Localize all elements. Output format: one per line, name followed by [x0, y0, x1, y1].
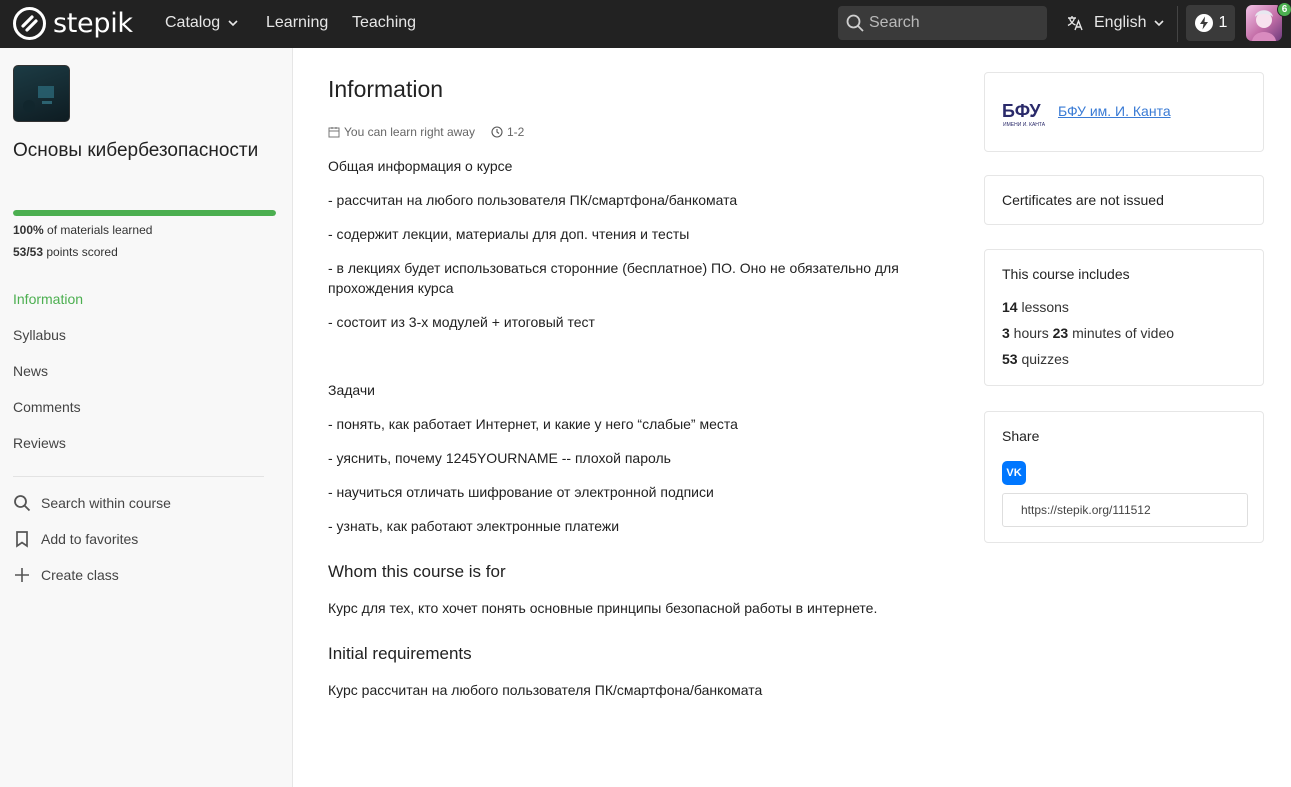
institution-logo-subtext: ИМЕНИ И. КАНТА: [1003, 122, 1046, 128]
stepik-logo-icon: [13, 6, 46, 40]
brand-name: stepik: [53, 7, 133, 39]
share-url-field[interactable]: [1002, 493, 1248, 527]
sidebar-item-syllabus[interactable]: Syllabus: [13, 327, 66, 343]
course-cover-icon: [23, 86, 54, 112]
search-input[interactable]: [869, 14, 1029, 32]
sidebar-divider: [13, 476, 264, 477]
chevron-down-icon: [1154, 20, 1165, 27]
vk-icon: VK: [1006, 467, 1022, 479]
minutes-num: 23: [1052, 325, 1069, 341]
create-class-label: Create class: [41, 567, 119, 583]
add-to-favorites-label: Add to favorites: [41, 531, 139, 547]
search-icon: [846, 14, 864, 32]
plus-icon: [13, 566, 31, 584]
materials-learned: 100% of materials learned: [13, 223, 152, 237]
share-heading: Share: [1002, 428, 1040, 444]
add-to-favorites-button[interactable]: Add to favorites: [13, 528, 138, 550]
bookmark-icon: [13, 530, 31, 548]
streak-count: 1: [1218, 14, 1228, 31]
create-class-button[interactable]: Create class: [13, 564, 119, 586]
course-includes-card: This course includes 14 lessons 3 hours …: [984, 249, 1264, 386]
sidebar-item-information[interactable]: Information: [13, 291, 83, 307]
course-sidebar: Основы кибербезопасности 100% of materia…: [0, 48, 293, 787]
institution-logo: БФУ ИМЕНИ И. КАНТА: [1002, 101, 1046, 128]
language-selector[interactable]: English: [1066, 12, 1166, 34]
institution-link[interactable]: БФУ им. И. Канта: [1058, 103, 1171, 119]
nav-catalog-label: Catalog: [165, 14, 221, 31]
course-cover-image: [13, 65, 70, 122]
points-text: points scored: [43, 245, 118, 259]
description-line: Общая информация о курсе: [328, 158, 513, 174]
sidebar-item-news[interactable]: News: [13, 363, 48, 379]
institution-card: БФУ ИМЕНИ И. КАНТА БФУ им. И. Канта: [984, 72, 1264, 152]
description-line: - рассчитан на любого пользователя ПК/см…: [328, 192, 738, 208]
requirements-heading: Initial requirements: [328, 644, 472, 663]
share-card: Share VK: [984, 411, 1264, 543]
progress-fill: [13, 210, 276, 216]
progress-percent: 100%: [13, 223, 44, 237]
top-bar: stepik Catalog Learning Teaching English…: [0, 0, 1291, 48]
requirements-text: Курс рассчитан на любого пользователя ПК…: [328, 682, 763, 698]
institution-logo-text: БФУ: [1002, 101, 1041, 121]
start-info-label: You can learn right away: [344, 125, 475, 139]
search-box[interactable]: [838, 6, 1047, 40]
nav-teaching[interactable]: Teaching: [352, 13, 416, 33]
search-icon: [13, 494, 31, 512]
description-line: Задачи: [328, 382, 376, 398]
description-line: - в лекциях будет использоваться сторонн…: [328, 260, 899, 296]
course-title: Основы кибербезопасности: [13, 140, 259, 161]
sidebar-item-reviews[interactable]: Reviews: [13, 435, 66, 451]
points-scored: 53/53 points scored: [13, 245, 118, 259]
nav-catalog[interactable]: Catalog: [165, 13, 240, 33]
minutes-text: minutes of video: [1068, 325, 1175, 341]
sidebar-item-comments[interactable]: Comments: [13, 399, 81, 415]
header-divider: [1177, 6, 1178, 42]
stepik-logo[interactable]: stepik: [13, 6, 133, 40]
nav-learning[interactable]: Learning: [266, 13, 328, 33]
points-value: 53/53: [13, 245, 44, 259]
progress-text: of materials learned: [43, 223, 153, 237]
description-line: - понять, как работает Интернет, и какие…: [328, 416, 738, 432]
start-info: You can learn right away: [328, 125, 475, 139]
lessons-text: lessons: [1017, 299, 1069, 315]
description-line: - состоит из 3-х модулей + итоговый тест: [328, 314, 595, 330]
search-within-course-button[interactable]: Search within course: [13, 492, 171, 514]
calendar-icon: [328, 127, 340, 138]
translate-icon: [1067, 16, 1083, 31]
quizzes-num: 53: [1002, 351, 1018, 367]
lightning-icon: [1194, 14, 1213, 32]
description-line: - научиться отличать шифрование от элект…: [328, 484, 714, 500]
vk-share-button[interactable]: VK: [1002, 461, 1026, 485]
streak-button[interactable]: 1: [1186, 5, 1235, 41]
description-line: - узнать, как работают электронные плате…: [328, 518, 620, 534]
lessons-num: 14: [1002, 299, 1018, 315]
chevron-down-icon: [228, 20, 238, 27]
quizzes-count: 53 quizzes: [1002, 351, 1069, 367]
search-within-course-label: Search within course: [41, 495, 171, 511]
quizzes-text: quizzes: [1017, 351, 1069, 367]
notification-badge: 6: [1277, 2, 1291, 17]
hours-text: hours: [1009, 325, 1053, 341]
certificate-status: Certificates are not issued: [1002, 192, 1164, 208]
description-line: - уяснить, почему 1245YOURNAME -- плохой…: [328, 450, 671, 466]
video-duration: 3 hours 23 minutes of video: [1002, 325, 1174, 341]
audience-text: Курс для тех, кто хочет понять основные …: [328, 600, 878, 616]
hours-num: 3: [1002, 325, 1010, 341]
lessons-count: 14 lessons: [1002, 299, 1069, 315]
workload-info: 1-2: [491, 125, 524, 139]
course-meta: You can learn right away 1-2: [328, 125, 540, 139]
workload-label: 1-2: [506, 125, 525, 139]
includes-heading: This course includes: [1002, 266, 1130, 282]
audience-heading: Whom this course is for: [328, 562, 506, 581]
language-label: English: [1094, 14, 1147, 31]
page-title: Information: [328, 76, 444, 102]
clock-icon: [491, 126, 503, 138]
description-line: - содержит лекции, материалы для доп. чт…: [328, 226, 690, 242]
certificate-card: Certificates are not issued: [984, 175, 1264, 225]
course-progress-bar: [13, 210, 276, 216]
